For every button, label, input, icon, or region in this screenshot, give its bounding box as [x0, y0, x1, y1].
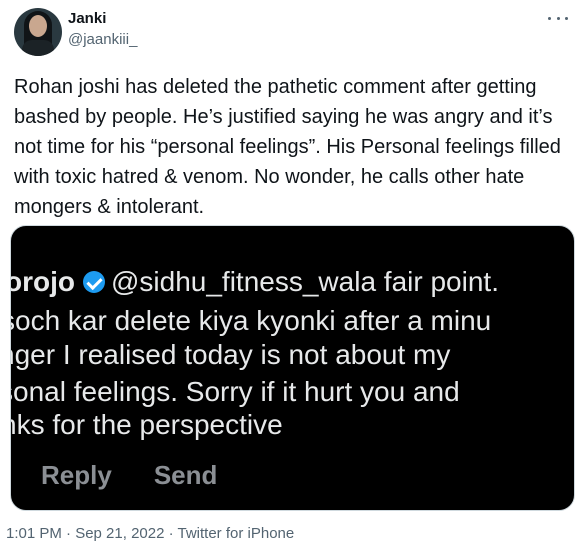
user-handle[interactable]: @jaankiii_ — [68, 31, 137, 48]
media-reply-label: Reply — [41, 460, 112, 490]
media-send-label: Send — [153, 460, 218, 490]
media-username: orojo — [10, 266, 75, 297]
tweet-text: Rohan joshi has deleted the pathetic com… — [14, 76, 561, 218]
verified-badge-icon — [83, 271, 105, 293]
media-line-1: orojo @sidhu_fitness_wala fair point. — [10, 266, 499, 298]
more-dot — [556, 16, 560, 20]
media-line-5: nks for the perspective — [10, 409, 283, 440]
tweet-meta: 1:01 PM · Sep 21, 2022 · Twitter for iPh… — [6, 525, 294, 542]
more-dot — [548, 16, 551, 20]
more-dot — [565, 16, 568, 20]
avatar[interactable] — [14, 8, 62, 56]
avatar-face — [29, 15, 47, 37]
tweet-source[interactable]: Twitter for iPhone — [178, 525, 295, 542]
media-line-2: soch kar delete kiya kyonki after a minu — [10, 305, 492, 336]
more-options-icon[interactable] — [548, 13, 568, 23]
media-actions: Reply Send — [41, 460, 259, 491]
media-line-3: nger I realised today is not about my — [10, 339, 451, 370]
display-name[interactable]: Janki — [68, 10, 106, 27]
meta-separator: · — [164, 525, 178, 542]
tweet: Janki @jaankiii_ Rohan joshi has deleted… — [0, 0, 580, 559]
timestamp[interactable]: 1:01 PM · Sep 21, 2022 — [6, 525, 164, 542]
media-line-1-rest: fair point. — [376, 266, 499, 297]
media-line-4: sonal feelings. Sorry if it hurt you and — [10, 376, 460, 407]
tweet-media-image[interactable]: orojo @sidhu_fitness_wala fair point. soc… — [10, 225, 575, 511]
avatar-body — [22, 40, 54, 56]
media-mention: @sidhu_fitness_wala — [111, 266, 377, 297]
